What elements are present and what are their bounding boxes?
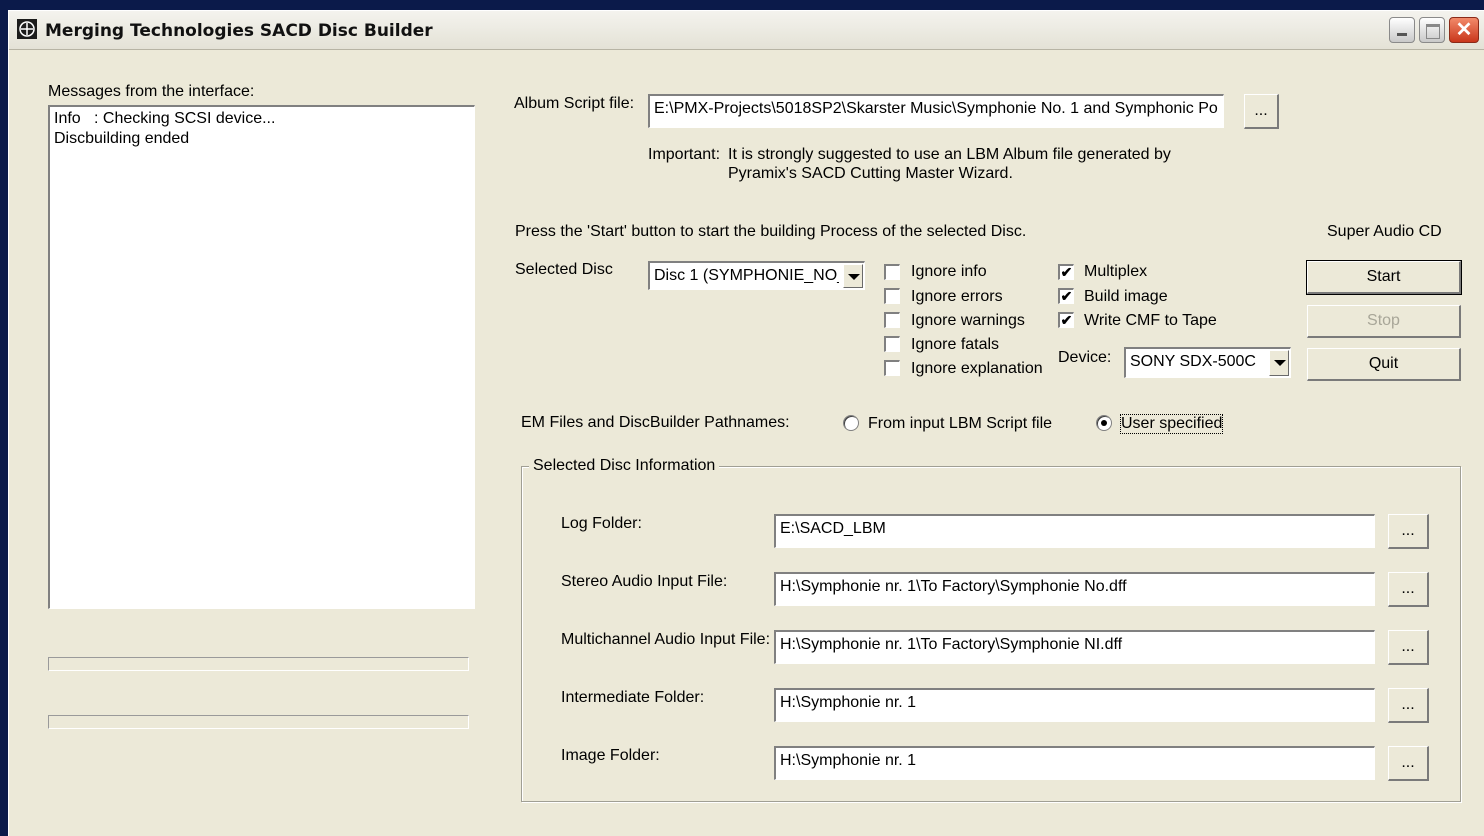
app-window: Merging Technologies SACD Disc Builder ✕…	[8, 10, 1484, 836]
ignore-warnings-label[interactable]: Ignore warnings	[911, 312, 1025, 330]
stereo-audio-browse-button[interactable]: ...	[1388, 572, 1429, 607]
ignore-explanation-checkbox[interactable]	[884, 360, 900, 376]
album-script-label: Album Script file:	[514, 95, 635, 112]
start-button[interactable]: Start	[1306, 260, 1462, 295]
user-specified-label[interactable]: User specified	[1119, 414, 1224, 434]
window-title: Merging Technologies SACD Disc Builder	[45, 21, 433, 41]
important-line-2: Pyramix's SACD Cutting Master Wizard.	[728, 165, 1013, 182]
write-cmf-label[interactable]: Write CMF to Tape	[1084, 312, 1217, 330]
multiplex-label[interactable]: Multiplex	[1084, 263, 1147, 281]
image-folder-browse-button[interactable]: ...	[1388, 746, 1429, 781]
multichannel-audio-browse-button[interactable]: ...	[1388, 630, 1429, 665]
log-folder-input[interactable]: E:\SACD_LBM	[774, 514, 1375, 548]
image-folder-label: Image Folder:	[561, 747, 660, 764]
pathnames-label: EM Files and DiscBuilder Pathnames:	[521, 414, 790, 431]
close-button[interactable]: ✕	[1449, 17, 1479, 43]
disc-info-title: Selected Disc Information	[529, 457, 720, 475]
device-dropdown[interactable]: SONY SDX-500C	[1124, 347, 1291, 378]
instructions-text: Press the 'Start' button to start the bu…	[515, 223, 1027, 240]
album-script-browse-button[interactable]: ...	[1244, 94, 1279, 129]
message-line: Info : Checking SCSI device...	[54, 110, 276, 127]
ignore-errors-label[interactable]: Ignore errors	[911, 288, 1003, 306]
intermediate-folder-label: Intermediate Folder:	[561, 689, 705, 706]
ignore-explanation-label[interactable]: Ignore explanation	[911, 360, 1043, 378]
ignore-info-label[interactable]: Ignore info	[911, 263, 987, 281]
build-image-label[interactable]: Build image	[1084, 288, 1168, 306]
ignore-fatals-label[interactable]: Ignore fatals	[911, 336, 999, 354]
selected-disc-dropdown[interactable]: Disc 1 (SYMPHONIE_NO_	[648, 261, 865, 290]
progress-bar-secondary	[48, 715, 469, 729]
app-logo-icon	[17, 19, 37, 39]
user-specified-radio[interactable]	[1096, 415, 1112, 431]
write-cmf-checkbox[interactable]: ✔	[1058, 312, 1074, 328]
messages-label: Messages from the interface:	[48, 83, 255, 100]
important-line-1: It is strongly suggested to use an LBM A…	[728, 146, 1171, 163]
ignore-errors-checkbox[interactable]	[884, 288, 900, 304]
intermediate-folder-input[interactable]: H:\Symphonie nr. 1	[774, 688, 1375, 722]
multichannel-audio-label: Multichannel Audio Input File:	[561, 631, 771, 648]
ignore-fatals-checkbox[interactable]	[884, 336, 900, 352]
minimize-button[interactable]	[1389, 17, 1415, 43]
maximize-button[interactable]	[1419, 17, 1445, 43]
stereo-audio-input[interactable]: H:\Symphonie nr. 1\To Factory\Symphonie …	[774, 572, 1375, 606]
image-folder-input[interactable]: H:\Symphonie nr. 1	[774, 746, 1375, 780]
ignore-info-checkbox[interactable]	[884, 264, 900, 280]
chevron-down-icon[interactable]	[843, 264, 863, 288]
log-folder-label: Log Folder:	[561, 515, 642, 532]
selected-disc-label: Selected Disc	[515, 261, 613, 278]
stop-button[interactable]: Stop	[1307, 305, 1461, 338]
close-icon: ✕	[1455, 19, 1473, 41]
important-label: Important:	[648, 146, 721, 163]
album-script-input[interactable]: E:\PMX-Projects\5018SP2\Skarster Music\S…	[648, 94, 1224, 128]
device-label: Device:	[1058, 349, 1112, 366]
quit-button[interactable]: Quit	[1307, 348, 1461, 381]
log-folder-browse-button[interactable]: ...	[1388, 514, 1429, 549]
from-input-label[interactable]: From input LBM Script file	[868, 415, 1052, 433]
stereo-audio-label: Stereo Audio Input File:	[561, 573, 728, 590]
title-bar[interactable]: Merging Technologies SACD Disc Builder ✕	[9, 11, 1484, 50]
messages-list[interactable]: Info : Checking SCSI device... Discbuild…	[48, 105, 475, 609]
device-value: SONY SDX-500C	[1130, 353, 1256, 370]
product-label: Super Audio CD	[1327, 223, 1442, 240]
multichannel-audio-input[interactable]: H:\Symphonie nr. 1\To Factory\Symphonie …	[774, 630, 1375, 664]
progress-bar-primary	[48, 657, 469, 671]
from-input-radio[interactable]	[843, 415, 859, 431]
multiplex-checkbox[interactable]: ✔	[1058, 264, 1074, 280]
build-image-checkbox[interactable]: ✔	[1058, 288, 1074, 304]
selected-disc-value: Disc 1 (SYMPHONIE_NO_	[654, 267, 839, 284]
chevron-down-icon[interactable]	[1269, 350, 1289, 376]
intermediate-folder-browse-button[interactable]: ...	[1388, 688, 1429, 723]
message-line: Discbuilding ended	[54, 130, 190, 147]
ignore-warnings-checkbox[interactable]	[884, 312, 900, 328]
